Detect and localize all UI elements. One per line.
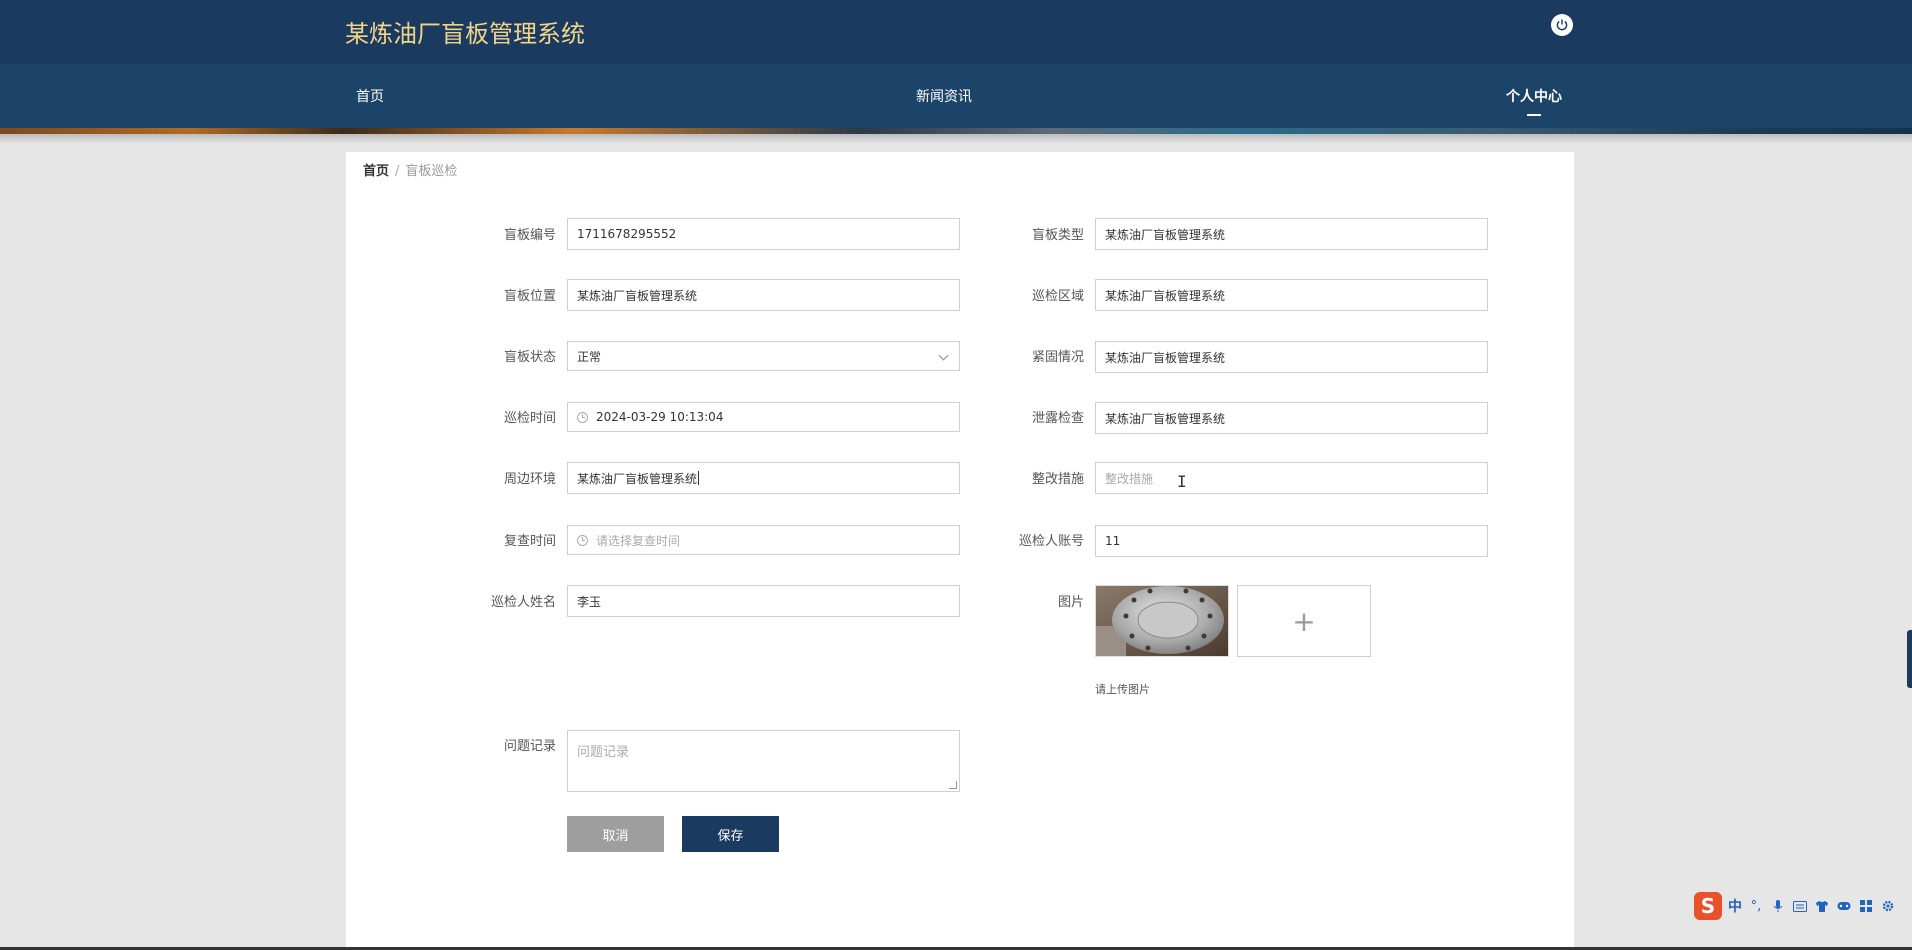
label-inspector-account: 巡检人账号	[1018, 534, 1084, 549]
plate-status-select[interactable]: 正常	[567, 341, 960, 371]
punctuation-toggle[interactable]: °,	[1748, 899, 1764, 914]
label-problem-record: 问题记录	[503, 739, 556, 754]
rectification-placeholder: 整改措施	[1105, 471, 1154, 486]
skin-shirt-icon[interactable]	[1814, 899, 1830, 913]
leak-check-value: 某炼油厂盲板管理系统	[1105, 411, 1226, 426]
label-inspector-name: 巡检人姓名	[490, 595, 556, 610]
plus-icon: +	[1292, 604, 1316, 638]
save-button[interactable]: 保存	[682, 816, 779, 852]
inspection-time-picker[interactable]: 2024-03-29 10:13:04	[567, 402, 960, 432]
plate-status-value: 正常	[577, 349, 602, 364]
surroundings-field[interactable]: 某炼油厂盲板管理系统	[567, 462, 960, 494]
cancel-button[interactable]: 取消	[567, 816, 664, 852]
inspector-account-field[interactable]: 11	[1095, 525, 1488, 557]
inspector-name-value: 李玉	[577, 594, 602, 609]
nav-item-home[interactable]: 首页	[356, 86, 384, 106]
label-recheck-time: 复查时间	[503, 534, 556, 549]
recheck-time-picker[interactable]: 请选择复查时间	[567, 525, 960, 555]
label-plate-location: 盲板位置	[503, 289, 556, 304]
fastening-field[interactable]: 某炼油厂盲板管理系统	[1095, 341, 1488, 373]
label-leak-check: 泄露检查	[1031, 411, 1084, 426]
banner-shadow	[0, 134, 1912, 144]
breadcrumb-current: 盲板巡检	[405, 164, 458, 179]
ime-mode-toggle[interactable]: 中	[1728, 896, 1742, 916]
site-title: 某炼油厂盲板管理系统	[345, 20, 585, 48]
shirt-glyph	[1816, 900, 1828, 912]
label-plate-number: 盲板编号	[503, 228, 556, 243]
microphone-glyph	[1773, 900, 1783, 912]
form-panel: 首页 / 盲板巡检 盲板编号 1711678295552 盲板类型 某炼油厂盲板管理…	[346, 152, 1574, 950]
plate-location-value: 某炼油厂盲板管理系统	[577, 288, 698, 303]
label-fastening: 紧固情况	[1031, 350, 1084, 365]
inspection-area-field[interactable]: 某炼油厂盲板管理系统	[1095, 279, 1488, 311]
ime-toolbar: S 中 °,	[1694, 891, 1896, 921]
recheck-time-placeholder: 请选择复查时间	[596, 533, 681, 548]
main-nav: 首页 新闻资讯 个人中心	[0, 64, 1912, 128]
clock-icon	[577, 534, 588, 546]
label-inspection-area: 巡检区域	[1031, 289, 1084, 304]
keyboard-icon[interactable]	[1792, 899, 1808, 913]
settings-gear-icon[interactable]	[1880, 899, 1896, 913]
text-caret	[698, 471, 700, 485]
label-image: 图片	[1057, 595, 1084, 610]
gear-glyph	[1882, 900, 1894, 912]
chevron-down-icon	[938, 350, 949, 361]
nav-item-profile[interactable]: 个人中心	[1506, 86, 1562, 116]
breadcrumb: 首页 / 盲板巡检	[363, 160, 457, 179]
game-controller-icon[interactable]	[1836, 899, 1852, 913]
plate-location-field[interactable]: 某炼油厂盲板管理系统	[567, 279, 960, 311]
clock-icon	[577, 411, 588, 423]
fastening-value: 某炼油厂盲板管理系统	[1105, 350, 1226, 365]
uploaded-image-thumbnail[interactable]	[1095, 585, 1229, 657]
problem-record-placeholder: 问题记录	[577, 745, 630, 760]
breadcrumb-separator: /	[395, 164, 400, 179]
surroundings-value: 某炼油厂盲板管理系统	[577, 471, 698, 486]
problem-record-textarea[interactable]: 问题记录	[567, 730, 960, 792]
keyboard-glyph	[1793, 900, 1807, 912]
upload-image-button[interactable]: +	[1237, 585, 1371, 657]
resize-handle[interactable]	[949, 781, 957, 789]
sogou-logo-icon[interactable]: S	[1694, 892, 1722, 920]
rectification-field[interactable]: 整改措施	[1095, 462, 1488, 494]
plate-type-field[interactable]: 某炼油厂盲板管理系统	[1095, 218, 1488, 250]
upload-hint: 请上传图片	[1095, 683, 1150, 696]
label-inspection-time: 巡检时间	[503, 411, 556, 426]
label-plate-type: 盲板类型	[1031, 228, 1084, 243]
nav-item-news[interactable]: 新闻资讯	[916, 86, 972, 106]
toolbox-grid-icon[interactable]	[1858, 899, 1874, 913]
text-cursor-icon: I	[1177, 472, 1187, 491]
inspection-area-value: 某炼油厂盲板管理系统	[1105, 288, 1226, 303]
inspector-account-value: 11	[1105, 534, 1121, 548]
top-header: 某炼油厂盲板管理系统	[0, 0, 1912, 64]
plate-number-value: 1711678295552	[577, 227, 677, 241]
power-icon[interactable]	[1551, 14, 1573, 36]
label-rectification: 整改措施	[1031, 472, 1084, 487]
leak-check-field[interactable]: 某炼油厂盲板管理系统	[1095, 402, 1488, 434]
side-drawer-tab[interactable]	[1907, 630, 1912, 688]
grid-glyph	[1860, 900, 1872, 912]
inspection-time-value: 2024-03-29 10:13:04	[596, 410, 724, 424]
label-surroundings: 周边环境	[503, 472, 556, 487]
plate-number-field[interactable]: 1711678295552	[567, 218, 960, 250]
breadcrumb-home[interactable]: 首页	[363, 164, 389, 179]
flange-photo	[1096, 586, 1228, 656]
inspector-name-field[interactable]: 李玉	[567, 585, 960, 617]
controller-glyph	[1837, 902, 1851, 910]
power-icon-glyph	[1556, 19, 1568, 31]
label-plate-status: 盲板状态	[503, 350, 556, 365]
microphone-icon[interactable]	[1770, 899, 1786, 913]
plate-type-value: 某炼油厂盲板管理系统	[1105, 227, 1226, 242]
